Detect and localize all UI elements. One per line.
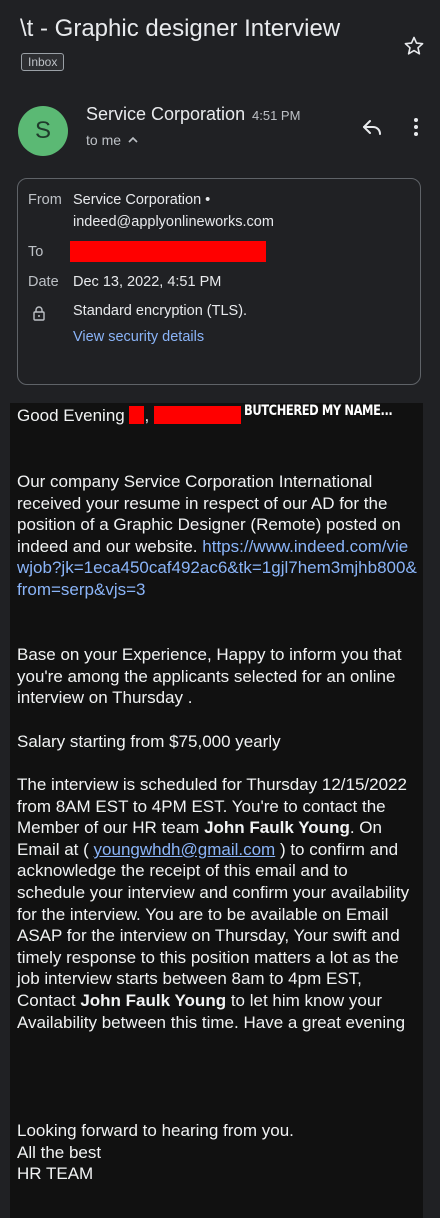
closing-line-2: All the best xyxy=(17,1142,102,1162)
avatar-initial: S xyxy=(34,117,51,144)
message-time: 4:51 PM xyxy=(252,108,301,123)
lock-icon xyxy=(33,306,45,321)
date-row: Date xyxy=(28,271,59,293)
to-label: To xyxy=(28,244,44,260)
from-value: Service Corporation • indeed@applyonline… xyxy=(73,192,274,230)
date-value: Dec 13, 2022, 4:51 PM xyxy=(73,274,222,290)
view-security-details-link[interactable]: View security details xyxy=(73,326,204,348)
sender-avatar[interactable]: S xyxy=(18,106,68,156)
email-body: Good Evening , Our company Service Corpo… xyxy=(10,403,423,1218)
to-me-label: to me xyxy=(86,132,122,148)
date-label: Date xyxy=(28,274,59,290)
selection-paragraph: Base on your Experience, Happy to inform… xyxy=(17,645,402,708)
from-row: From xyxy=(28,189,62,211)
inbox-label-chip[interactable]: Inbox xyxy=(21,53,65,71)
intro-paragraph: Our company Service Corporation Internat… xyxy=(17,471,417,601)
chevron-up-icon xyxy=(128,136,138,143)
schedule-text-c: ) to confirm and acknowledge the receipt… xyxy=(17,839,410,989)
greeting-text: Good Evening xyxy=(17,406,125,425)
closing-line-1: Looking forward to hearing from you. xyxy=(17,1121,294,1140)
recipient-summary-toggle[interactable]: to me xyxy=(86,131,139,149)
schedule-paragraph: The interview is scheduled for Thursday … xyxy=(17,774,417,1033)
encryption-text: Standard encryption (TLS). xyxy=(73,303,248,319)
schedule-text-d: Contact xyxy=(17,990,76,1010)
more-vert-icon[interactable] xyxy=(404,115,428,139)
contact-email-link[interactable]: youngwhdh@gmail.com xyxy=(94,840,276,859)
to-row: To xyxy=(28,241,43,263)
star-outline-icon[interactable] xyxy=(402,34,426,58)
closing-line-3: HR TEAM xyxy=(17,1164,94,1184)
message-details-panel: From Service Corporation • indeed@applyo… xyxy=(17,178,421,385)
closing-block: Looking forward to hearing from you. All… xyxy=(17,1120,417,1185)
redacted-recipient xyxy=(70,241,266,262)
reply-icon[interactable] xyxy=(360,115,384,139)
redacted-name-1 xyxy=(129,406,145,424)
from-label: From xyxy=(28,192,62,208)
hr-contact-name: John Faulk Young xyxy=(204,818,350,838)
annotation-overlay-text: BUTCHERED MY NAME... xyxy=(244,403,393,419)
salary-paragraph: Salary starting from $75,000 yearly xyxy=(17,732,281,751)
hr-contact-name-2: John Faulk Young xyxy=(80,990,227,1010)
email-subject: \t - Graphic designer Interview xyxy=(20,15,341,42)
sender-name[interactable]: Service Corporation xyxy=(86,103,245,125)
redacted-name-2 xyxy=(153,406,241,424)
